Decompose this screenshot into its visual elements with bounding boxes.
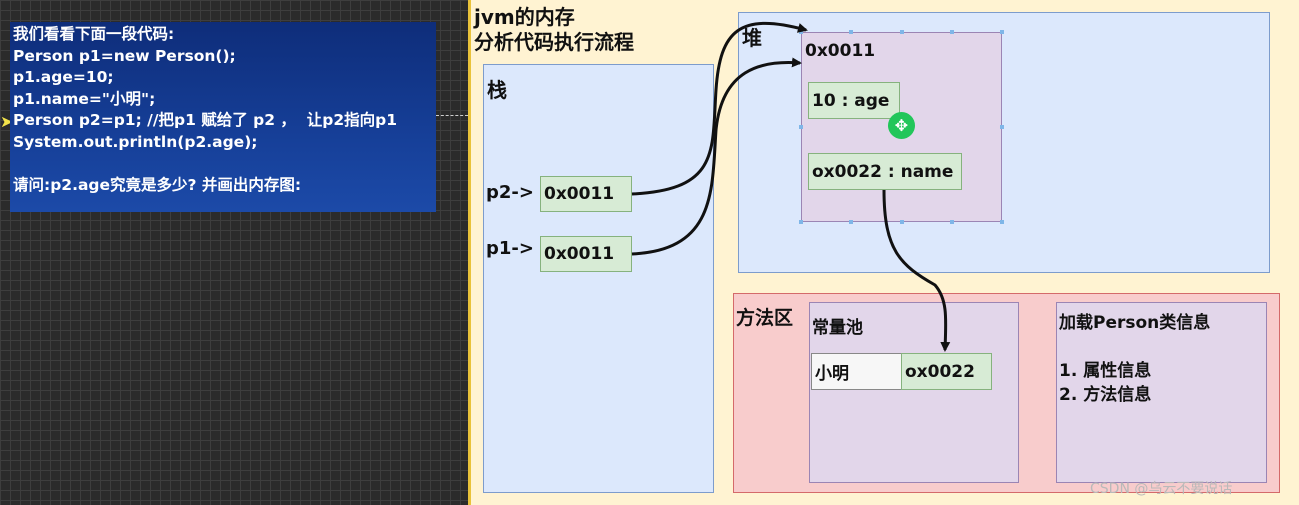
watermark: CSDN @乌云不要说话 — [1090, 481, 1233, 497]
p1-label: p1-> — [486, 238, 534, 259]
code-line: 我们看看下面一段代码: — [13, 25, 175, 43]
string-address-cell[interactable]: ox0022 — [901, 353, 992, 390]
stack-region[interactable] — [483, 64, 714, 493]
p1-reference-cell[interactable]: 0x0011 — [540, 236, 632, 272]
code-line: Person p1=new Person(); — [13, 46, 236, 65]
method-area-label: 方法区 — [736, 307, 794, 329]
code-line: p1.name="小明"; — [13, 89, 156, 108]
code-line: System.out.println(p2.age); — [13, 132, 258, 151]
object-address: 0x0011 — [805, 41, 876, 61]
heap-label: 堆 — [742, 26, 762, 50]
stack-label: 栈 — [487, 78, 507, 102]
selection-handle[interactable] — [900, 220, 904, 224]
dashed-guide-line — [436, 115, 468, 116]
code-line: Person p2=p1; //把p1 赋给了 p2 ， 让p2指向p1 — [13, 111, 397, 129]
selection-handle[interactable] — [1000, 125, 1004, 129]
class-info-title: 加载Person类信息 — [1059, 313, 1211, 333]
code-line: 请问:p2.age究竟是多少? 并画出内存图: — [13, 175, 302, 194]
constant-pool-label: 常量池 — [812, 318, 863, 338]
selection-handle[interactable] — [799, 220, 803, 224]
p2-reference-cell[interactable]: 0x0011 — [540, 176, 632, 212]
selection-handle[interactable] — [849, 30, 853, 34]
selection-handle[interactable] — [799, 30, 803, 34]
selection-handle[interactable] — [950, 220, 954, 224]
name-field-cell[interactable]: ox0022 : name — [808, 153, 962, 190]
class-info-item-attributes: 1. 属性信息 — [1059, 361, 1152, 381]
code-panel[interactable]: 我们看看下面一段代码: Person p1=new Person(); p1.a… — [10, 22, 436, 212]
selection-handle[interactable] — [799, 125, 803, 129]
age-field-cell[interactable]: 10 : age — [808, 82, 900, 119]
selection-handle[interactable] — [1000, 220, 1004, 224]
diagram-title-line1: jvm的内存 — [474, 5, 575, 29]
diagram-title-line2: 分析代码执行流程 — [474, 30, 634, 54]
selection-handle[interactable] — [1000, 30, 1004, 34]
selection-handle[interactable] — [849, 220, 853, 224]
selection-handle[interactable] — [900, 30, 904, 34]
selection-handle[interactable] — [950, 30, 954, 34]
move-cursor-icon: ✥ — [888, 112, 915, 139]
class-info-item-methods: 2. 方法信息 — [1059, 385, 1152, 405]
code-line: p1.age=10; — [13, 68, 114, 86]
p2-label: p2-> — [486, 182, 534, 203]
string-value-cell[interactable]: 小明 — [811, 353, 902, 390]
